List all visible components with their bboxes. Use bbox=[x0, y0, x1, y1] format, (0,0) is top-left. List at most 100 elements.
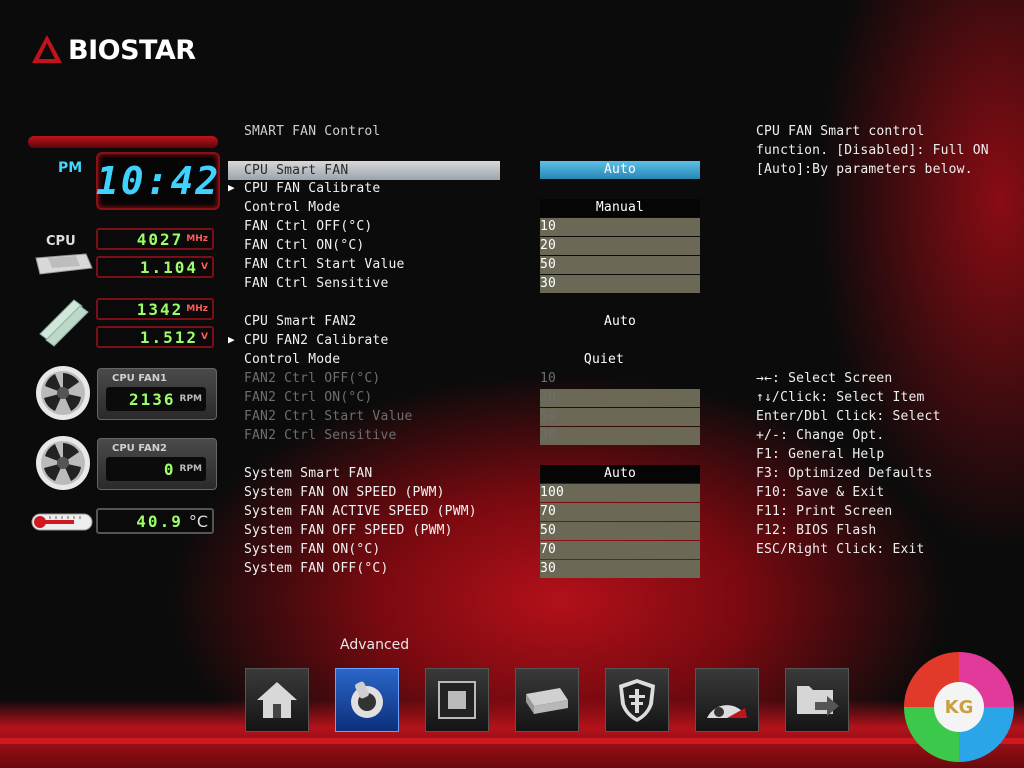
help-key-line: F3: Optimized Defaults bbox=[756, 466, 933, 481]
fan2-value: 0 bbox=[163, 459, 176, 479]
mem-freq-value: 1342 bbox=[136, 299, 184, 319]
nav-chipset[interactable] bbox=[425, 668, 489, 732]
row-fan-ctrl-start[interactable]: FAN Ctrl Start Value 50 bbox=[228, 256, 700, 275]
help-key-line: Enter/Dbl Click: Select bbox=[756, 409, 941, 424]
row-label: System Smart FAN bbox=[244, 466, 373, 481]
row-system-fan-active-speed[interactable]: System FAN ACTIVE SPEED (PWM) 70 bbox=[228, 503, 700, 522]
nav-security[interactable] bbox=[605, 668, 669, 732]
nav-active-label: Advanced bbox=[340, 637, 410, 653]
save-exit-icon bbox=[797, 686, 839, 716]
row-value[interactable]: Auto bbox=[540, 465, 700, 483]
row-value[interactable]: 70 bbox=[540, 541, 700, 559]
row-label: System FAN OFF SPEED (PWM) bbox=[244, 523, 453, 538]
mem-volt-value: 1.512 bbox=[139, 327, 199, 347]
nav-o-n-e[interactable] bbox=[695, 668, 759, 732]
row-fan-ctrl-sensitive[interactable]: FAN Ctrl Sensitive 30 bbox=[228, 275, 700, 294]
temp-readout: 40.9 °C bbox=[96, 508, 214, 534]
row-fan2-ctrl-on: FAN2 Ctrl ON(°C) 20 bbox=[228, 389, 700, 408]
help-description-line: CPU FAN Smart control bbox=[756, 124, 925, 139]
row-value[interactable]: 100 bbox=[540, 484, 700, 502]
row-cpu-smart-fan2[interactable]: CPU Smart FAN2 Auto bbox=[228, 313, 700, 332]
temp-unit: °C bbox=[188, 511, 208, 531]
cpu-freq-unit: MHz bbox=[186, 234, 208, 244]
row-fan-ctrl-off[interactable]: FAN Ctrl OFF(°C) 10 bbox=[228, 218, 700, 237]
row-cpu-fan2-calibrate[interactable]: ▶ CPU FAN2 Calibrate bbox=[228, 332, 700, 351]
row-value[interactable]: Manual bbox=[540, 199, 700, 217]
row-system-fan-off-temp[interactable]: System FAN OFF(°C) 30 bbox=[228, 560, 700, 579]
cpu-freq-value: 4027 bbox=[136, 229, 184, 249]
bottom-bar bbox=[0, 700, 1024, 768]
nav-main[interactable] bbox=[245, 668, 309, 732]
row-system-fan-on-speed[interactable]: System FAN ON SPEED (PWM) 100 bbox=[228, 484, 700, 503]
section-title: SMART FAN Control bbox=[244, 124, 381, 139]
kg-watermark-text: KG bbox=[944, 696, 974, 718]
advanced-icon bbox=[351, 681, 383, 718]
fan2-lcd: 0 RPM bbox=[106, 457, 206, 481]
row-label: FAN Ctrl Start Value bbox=[244, 257, 405, 272]
row-value[interactable]: 20 bbox=[540, 237, 700, 255]
nav-advanced[interactable] bbox=[335, 668, 399, 732]
kg-watermark-center: KG bbox=[934, 682, 984, 732]
fan1-value: 2136 bbox=[128, 389, 176, 409]
clock-display: 10:42 bbox=[96, 152, 220, 210]
row-value[interactable]: Auto bbox=[540, 313, 700, 331]
row-value[interactable]: 10 bbox=[540, 218, 700, 236]
help-description-line: [Auto]:By parameters below. bbox=[756, 162, 973, 177]
row-label: System FAN ACTIVE SPEED (PWM) bbox=[244, 504, 477, 519]
mem-freq-unit: MHz bbox=[186, 304, 208, 314]
nav-boot[interactable] bbox=[515, 668, 579, 732]
row-value[interactable]: 30 bbox=[540, 275, 700, 293]
row-value[interactable]: Auto bbox=[540, 161, 700, 179]
bottom-accent-line bbox=[0, 738, 1024, 744]
row-label: System FAN ON(°C) bbox=[244, 542, 381, 557]
fan2-title: CPU FAN2 bbox=[112, 443, 168, 454]
row-fan-ctrl-on[interactable]: FAN Ctrl ON(°C) 20 bbox=[228, 237, 700, 256]
nav-save-exit[interactable] bbox=[785, 668, 849, 732]
help-key-line: F1: General Help bbox=[756, 447, 885, 462]
submenu-arrow-icon: ▶ bbox=[228, 333, 235, 346]
cpu-freq-readout: 4027 MHz bbox=[96, 228, 214, 250]
row-fan2-ctrl-start: FAN2 Ctrl Start Value 50 bbox=[228, 408, 700, 427]
help-key-line: F12: BIOS Flash bbox=[756, 523, 877, 538]
help-key-line: →←: Select Screen bbox=[756, 371, 893, 386]
biostar-logo-icon bbox=[32, 35, 62, 63]
fan1-lcd: 2136 RPM bbox=[106, 387, 206, 411]
fan1-title: CPU FAN1 bbox=[112, 373, 168, 384]
help-key-line: F11: Print Screen bbox=[756, 504, 893, 519]
row-cpu-smart-fan[interactable]: CPU Smart FAN Auto bbox=[228, 161, 700, 180]
mem-volt-readout: 1.512 V bbox=[96, 326, 214, 348]
clock-time: 10:42 bbox=[95, 159, 221, 203]
row-value[interactable]: 50 bbox=[540, 256, 700, 274]
mem-freq-readout: 1342 MHz bbox=[96, 298, 214, 320]
row-system-smart-fan[interactable]: System Smart FAN Auto bbox=[228, 465, 700, 484]
row-value[interactable]: 50 bbox=[540, 522, 700, 540]
brand-name: BIOSTAR bbox=[68, 34, 196, 66]
row-system-fan-on-temp[interactable]: System FAN ON(°C) 70 bbox=[228, 541, 700, 560]
row-value[interactable]: 30 bbox=[540, 560, 700, 578]
row-control-mode-2[interactable]: Control Mode Quiet bbox=[228, 351, 700, 370]
row-label: CPU FAN Calibrate bbox=[244, 181, 381, 196]
cpu-label: CPU bbox=[46, 234, 76, 249]
row-label: FAN Ctrl Sensitive bbox=[244, 276, 389, 291]
row-system-fan-off-speed[interactable]: System FAN OFF SPEED (PWM) 50 bbox=[228, 522, 700, 541]
row-control-mode[interactable]: Control Mode Manual bbox=[228, 199, 700, 218]
fan1-icon bbox=[36, 366, 90, 420]
thermometer-icon bbox=[31, 513, 93, 531]
row-value[interactable]: 70 bbox=[540, 503, 700, 521]
mem-volt-unit: V bbox=[201, 332, 208, 342]
cpu-volt-readout: 1.104 V bbox=[96, 256, 214, 278]
o-n-e-icon bbox=[707, 705, 747, 718]
submenu-arrow-icon: ▶ bbox=[228, 181, 235, 194]
help-key-line: +/-: Change Opt. bbox=[756, 428, 885, 443]
row-value: 50 bbox=[540, 408, 700, 426]
help-description-line: function. [Disabled]: Full ON bbox=[756, 143, 989, 158]
biostar-logo: BIOSTAR bbox=[30, 30, 196, 70]
row-label: FAN Ctrl OFF(°C) bbox=[244, 219, 373, 234]
row-cpu-fan-calibrate[interactable]: ▶ CPU FAN Calibrate bbox=[228, 180, 700, 199]
row-label: Control Mode bbox=[244, 200, 341, 215]
cpu-volt-value: 1.104 bbox=[139, 257, 199, 277]
fan2-readout: CPU FAN2 0 RPM bbox=[97, 438, 217, 490]
cpu-icon: CPU bbox=[30, 232, 96, 278]
row-value[interactable]: Quiet bbox=[524, 351, 684, 369]
memory-icon bbox=[34, 294, 94, 350]
